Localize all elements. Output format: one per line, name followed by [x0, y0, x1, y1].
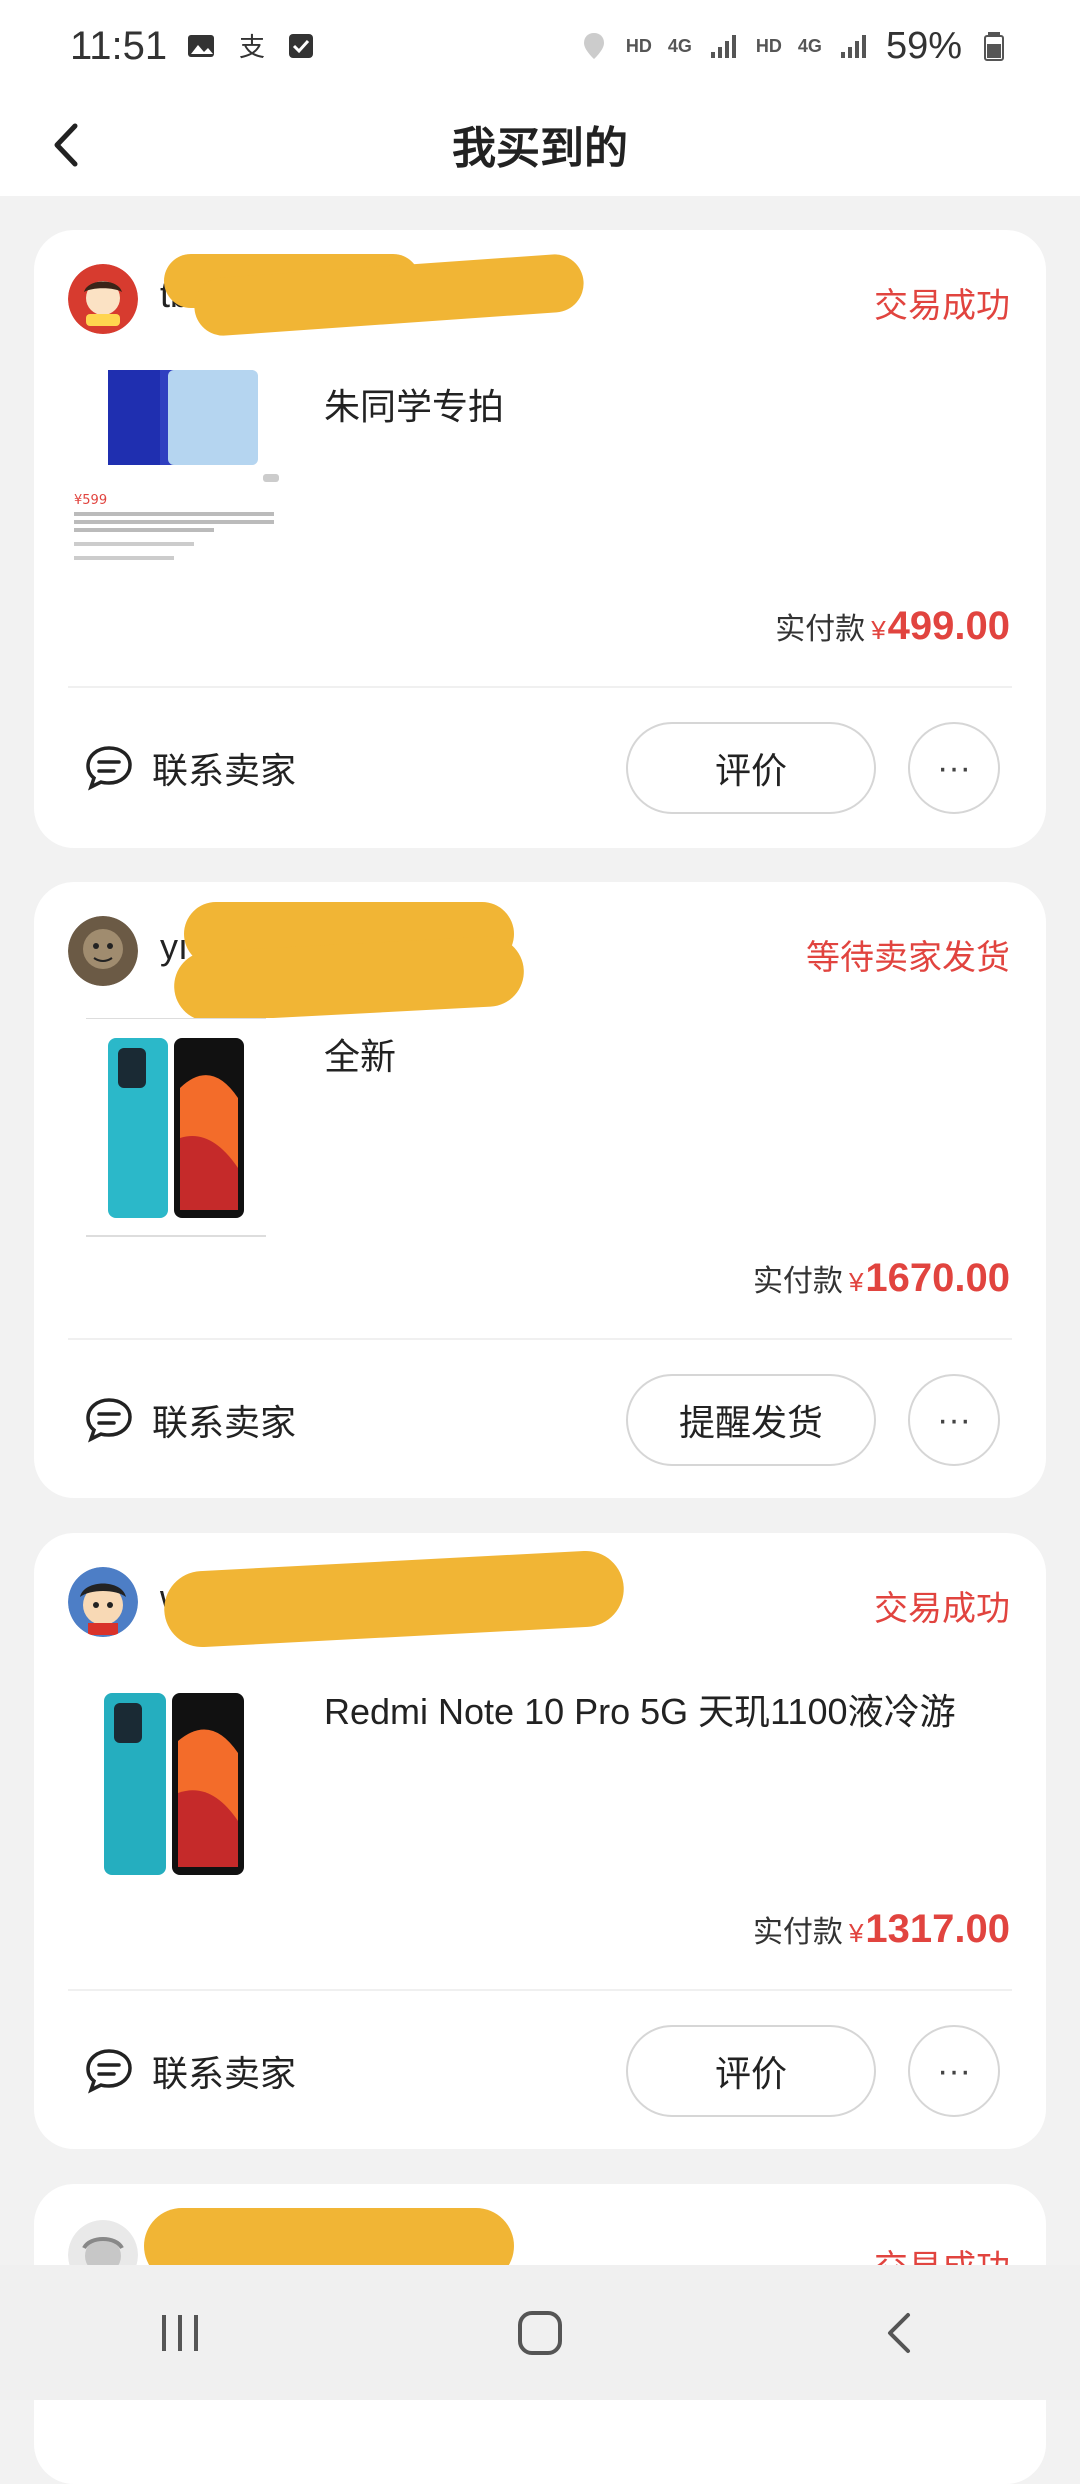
recents-icon[interactable] [150, 2303, 210, 2363]
hd-icon: HD [755, 35, 782, 56]
battery-percent: 59% [885, 24, 962, 67]
redaction [162, 1549, 626, 1649]
chat-icon [86, 746, 132, 791]
chat-icon [86, 2049, 132, 2094]
chat-icon [86, 1398, 132, 1443]
signal-icon [710, 35, 736, 58]
back-button[interactable] [30, 110, 100, 180]
more-button[interactable]: ··· [908, 2025, 1000, 2117]
checkbox-icon [289, 34, 314, 58]
remind-ship-button[interactable]: 提醒发货 [626, 1374, 876, 1466]
4g-icon: 4G [797, 35, 822, 56]
order-status: 等待卖家发货 [806, 939, 1010, 977]
more-button[interactable]: ··· [908, 722, 1000, 814]
review-button[interactable]: 评价 [626, 2025, 876, 2117]
avatar[interactable] [68, 1567, 138, 1637]
status-time: 11:51 [70, 23, 168, 68]
hd-icon: HD [625, 35, 652, 56]
alipay-icon: 支 [239, 33, 265, 62]
divider [68, 686, 1012, 688]
price-currency: ¥ [848, 1918, 864, 1948]
price-value: 499.00 [887, 604, 1010, 648]
price-currency: ¥ [871, 615, 886, 645]
page-title: 我买到的 [452, 124, 628, 173]
price-label: 实付款 [752, 1916, 843, 1949]
price-value: 1670.00 [865, 1256, 1010, 1300]
price-row: 实付款 ¥ 1317.00 [753, 1907, 1010, 1952]
back-icon[interactable] [870, 2303, 930, 2363]
order-card[interactable]: yı 等待卖家发货 全新 实付款 ¥ 1670.00 联系卖家 提醒发货 ··· [34, 882, 1046, 1498]
page-header: 我买到的 [0, 92, 1080, 196]
divider [68, 1338, 1012, 1340]
product-title[interactable]: 朱同学专拍 [324, 378, 504, 430]
status-bar: 11:51 支 HD 4G HD 4G 59% [0, 0, 1080, 92]
product-title[interactable]: Redmi Note 10 Pro 5G 天玑1100液冷游 [324, 1683, 956, 1735]
divider [68, 1989, 1012, 1991]
signal-icon [840, 35, 866, 58]
order-status: 交易成功 [874, 1590, 1010, 1628]
price-label: 实付款 [752, 1265, 843, 1298]
home-icon[interactable] [510, 2303, 570, 2363]
contact-seller-button[interactable]: 联系卖家 [84, 2045, 296, 2097]
price-value: 1317.00 [865, 1907, 1010, 1951]
avatar[interactable] [68, 264, 138, 334]
review-button[interactable]: 评价 [626, 722, 876, 814]
product-thumbnail[interactable]: ¥599 [68, 370, 288, 580]
contact-seller-button[interactable]: 联系卖家 [84, 1394, 296, 1446]
location-icon [583, 33, 604, 59]
order-card[interactable]: w 交易成功 Redmi Note 10 Pro 5G 天玑1100液冷游 实付… [34, 1533, 1046, 2149]
more-button[interactable]: ··· [908, 1374, 1000, 1466]
system-nav-bar [0, 2265, 1080, 2400]
thumb-price: ¥599 [74, 493, 107, 508]
4g-icon: 4G [667, 35, 692, 56]
price-row: 实付款 ¥ 499.00 [775, 604, 1010, 649]
back-arrow-icon [54, 123, 78, 167]
price-row: 实付款 ¥ 1670.00 [753, 1256, 1010, 1301]
contact-label: 联系卖家 [152, 1402, 297, 1443]
price-label: 实付款 [775, 613, 866, 646]
contact-seller-button[interactable]: 联系卖家 [84, 742, 296, 794]
price-currency: ¥ [848, 1267, 864, 1297]
image-icon [188, 35, 215, 57]
avatar[interactable] [68, 916, 138, 986]
svg-text:支: 支 [239, 33, 265, 62]
product-title[interactable]: 全新 [324, 1028, 396, 1080]
battery-icon [984, 32, 1004, 61]
contact-label: 联系卖家 [152, 2053, 297, 2094]
order-status: 交易成功 [874, 287, 1010, 325]
product-thumbnail[interactable] [86, 1681, 276, 1881]
order-card[interactable]: tb56 交易成功 ¥599 朱同学专拍 实付款 ¥ 499.00 联系卖家 评… [34, 230, 1046, 848]
contact-label: 联系卖家 [152, 750, 297, 791]
product-thumbnail[interactable] [86, 1017, 276, 1238]
